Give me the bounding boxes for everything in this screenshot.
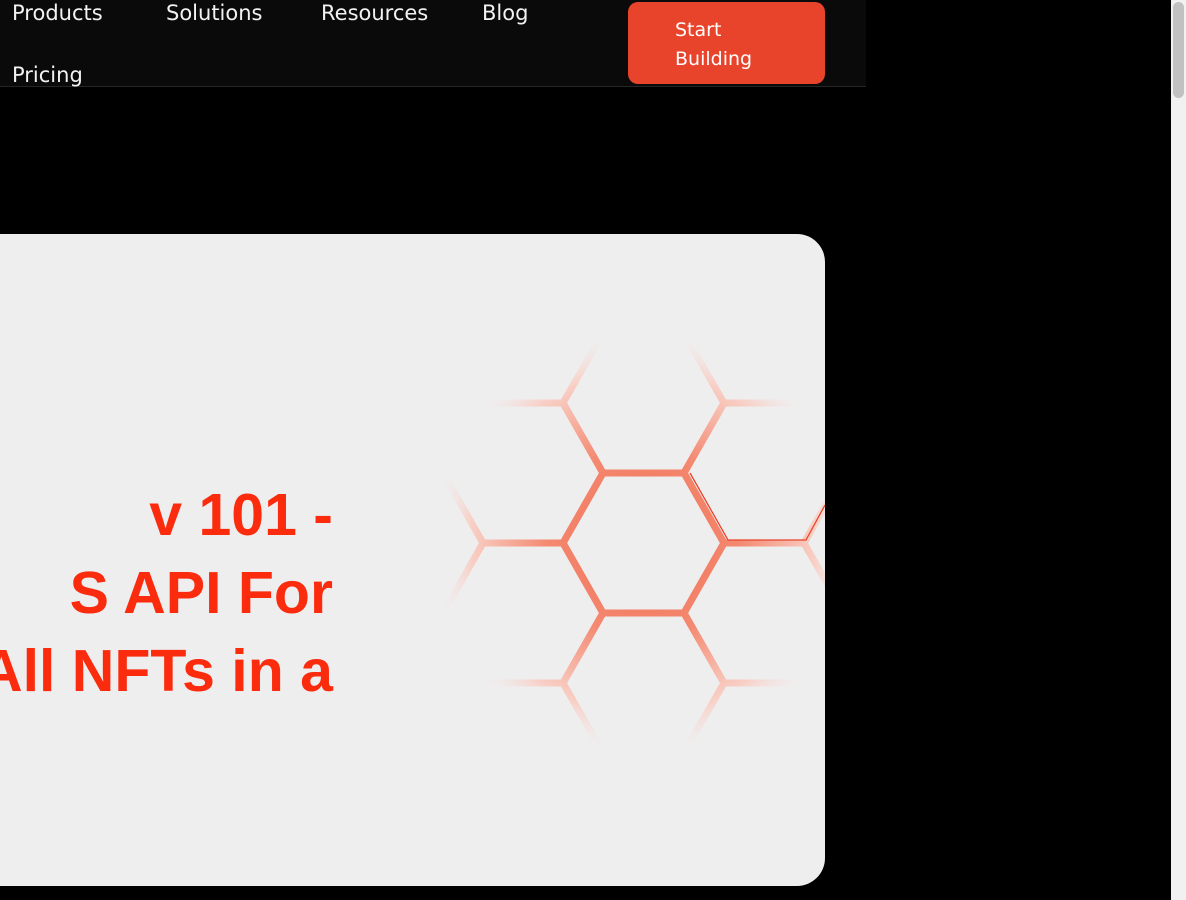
nav-link-products[interactable]: Products xyxy=(12,0,103,26)
nav-link-solutions[interactable]: Solutions xyxy=(166,0,263,26)
nav-link-resources[interactable]: Resources xyxy=(321,0,428,26)
hero-title-line: All NFTs in a xyxy=(0,638,333,704)
hero-title: v 101 - S API For All NFTs in a xyxy=(0,476,333,710)
vertical-scrollbar[interactable] xyxy=(1171,0,1186,900)
nav-link-blog[interactable]: Blog xyxy=(482,0,528,26)
scrollbar-thumb[interactable] xyxy=(1173,2,1184,98)
hero-title-line: S API For xyxy=(69,560,333,626)
start-building-button[interactable]: Start Building xyxy=(628,2,825,84)
hero-title-line: v 101 - xyxy=(149,482,333,548)
nav-link-pricing[interactable]: Pricing xyxy=(12,62,83,88)
hexagon-pattern-icon xyxy=(439,340,825,757)
start-building-label: Start Building xyxy=(675,19,753,70)
top-navigation: Products Solutions Resources Blog Pricin… xyxy=(0,0,866,87)
